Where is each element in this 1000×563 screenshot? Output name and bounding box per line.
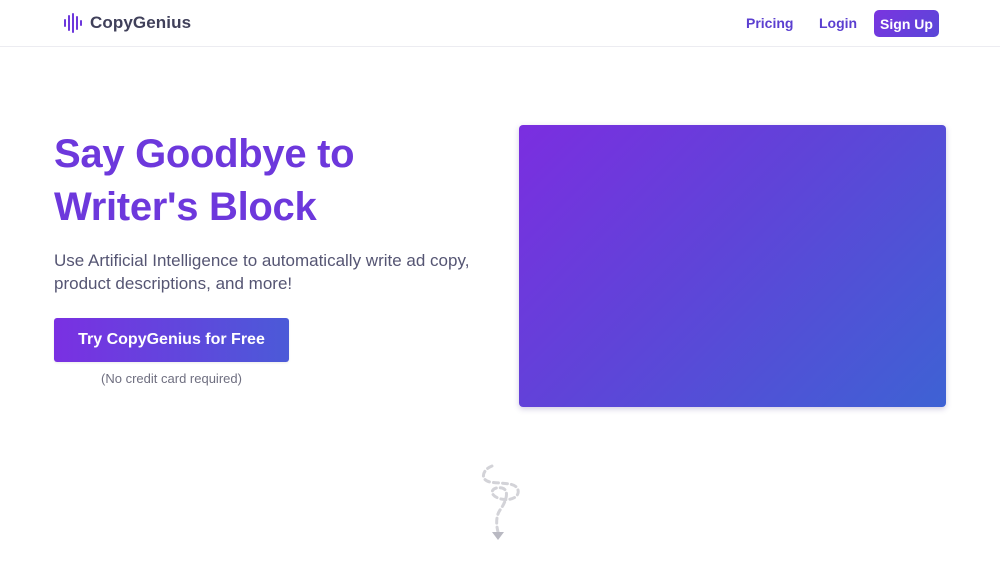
sign-up-button[interactable]: Sign Up — [874, 10, 939, 37]
nav-link-login[interactable]: Login — [819, 15, 857, 31]
hero-title-line-1: Say Goodbye to — [54, 132, 355, 176]
hero-subtitle-line-2: product descriptions, and more! — [54, 274, 293, 293]
top-navbar: CopyGenius Pricing Login Sign Up — [0, 0, 1000, 47]
hero-subtitle-line-1: Use Artificial Intelligence to automatic… — [54, 251, 470, 270]
brand-logo[interactable]: CopyGenius — [64, 13, 191, 33]
hero-title: Say Goodbye to Writer's Block — [54, 128, 474, 234]
hero-title-line-2: Writer's Block — [54, 185, 317, 229]
dashed-arrow-down-icon[interactable] — [472, 462, 528, 544]
sound-wave-icon — [64, 13, 82, 33]
hero-media-placeholder — [519, 125, 946, 407]
brand-name: CopyGenius — [90, 13, 192, 32]
try-free-button[interactable]: Try CopyGenius for Free — [54, 318, 289, 362]
no-credit-card-note: (No credit card required) — [101, 371, 242, 386]
nav-link-pricing[interactable]: Pricing — [746, 15, 793, 31]
hero-subtitle: Use Artificial Intelligence to automatic… — [54, 249, 484, 295]
